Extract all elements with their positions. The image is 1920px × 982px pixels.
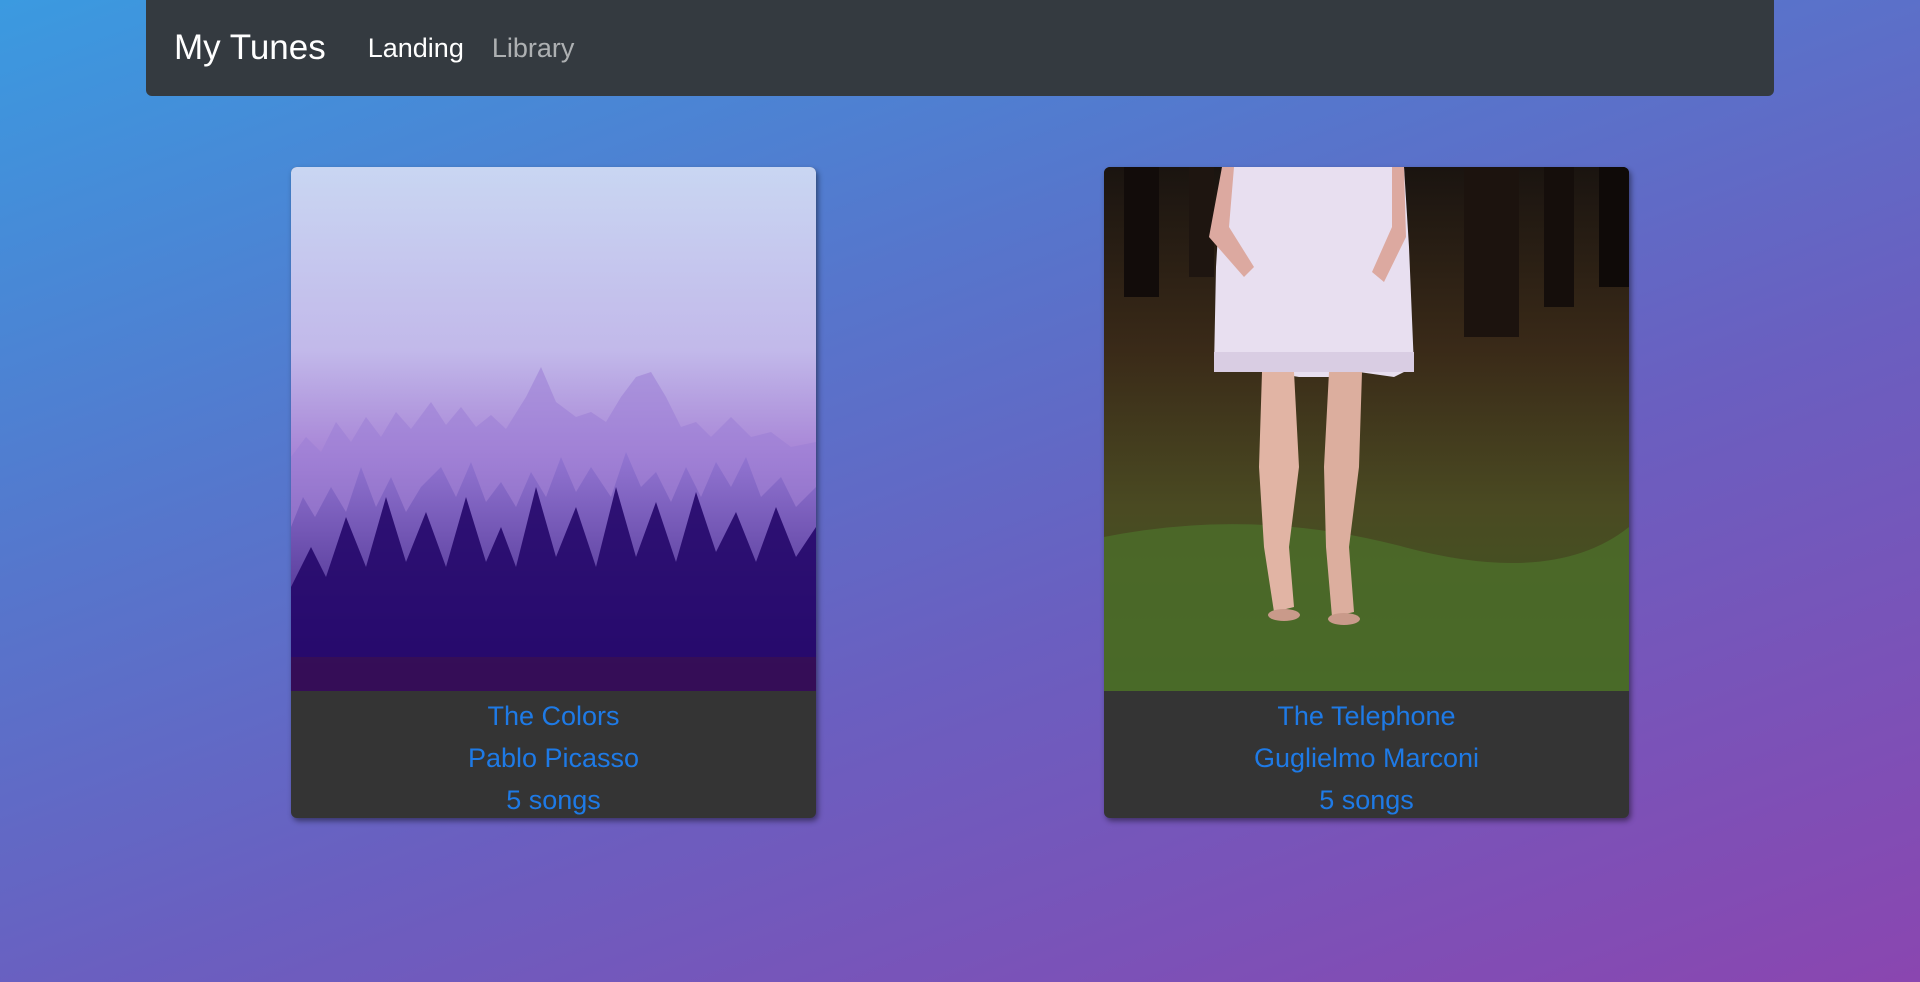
girl-in-white-dress-forest-image [1104,167,1629,691]
album-artist-link[interactable]: Guglielmo Marconi [1104,737,1629,779]
album-cover-image[interactable] [291,167,816,691]
misty-purple-forest-image [291,167,816,691]
album-card-body: The Colors Pablo Picasso 5 songs [291,691,816,818]
brand-link[interactable]: My Tunes [174,28,326,68]
album-title-link[interactable]: The Colors [291,695,816,737]
album-card-the-telephone[interactable]: The Telephone Guglielmo Marconi 5 songs [1104,167,1629,818]
album-title-link[interactable]: The Telephone [1104,695,1629,737]
album-song-count[interactable]: 5 songs [1104,779,1629,818]
album-song-count[interactable]: 5 songs [291,779,816,818]
album-card-the-colors[interactable]: The Colors Pablo Picasso 5 songs [291,167,816,818]
album-artist-link[interactable]: Pablo Picasso [291,737,816,779]
navbar: My Tunes Landing Library [146,0,1774,96]
nav-link-landing[interactable]: Landing [368,33,464,64]
nav-link-library[interactable]: Library [492,33,575,64]
album-cover-image[interactable] [1104,167,1629,691]
album-card-body: The Telephone Guglielmo Marconi 5 songs [1104,691,1629,818]
